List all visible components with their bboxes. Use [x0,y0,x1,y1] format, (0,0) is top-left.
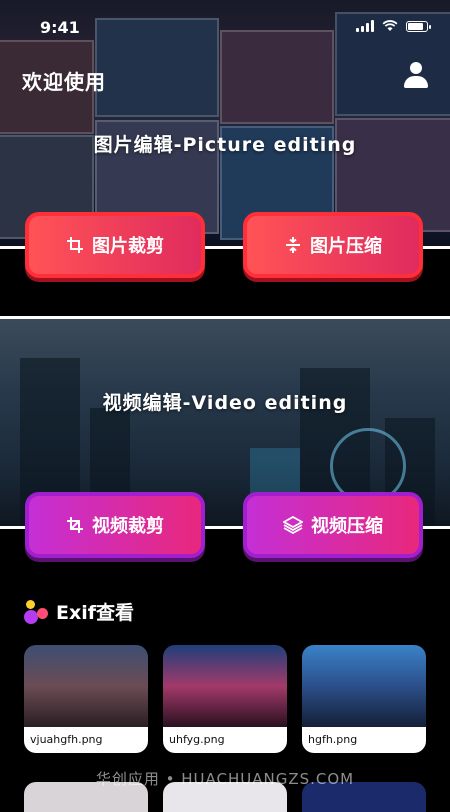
video-crop-label: 视频裁剪 [92,516,164,537]
exif-title: Exif查看 [56,602,135,624]
picture-crop-button[interactable]: 图片裁剪 [25,212,205,278]
welcome-title: 欢迎使用 [22,70,106,94]
thumbnail-filename: hgfh.png [302,727,426,753]
picture-compress-button[interactable]: 图片压缩 [243,212,423,278]
battery-icon [406,21,431,32]
crop-icon [67,517,83,533]
exif-dots-icon [24,599,48,624]
signal-icon [356,20,374,32]
exif-thumbnail[interactable]: uhfyg.png [163,645,287,753]
divider-line [0,316,450,319]
exif-header: Exif查看 [24,598,134,625]
picture-compress-label: 图片压缩 [310,236,382,257]
video-compress-label: 视频压缩 [311,516,383,537]
thumbnail-image [24,645,148,727]
thumbnail-image [302,645,426,727]
exif-thumbnail[interactable]: vjuahgfh.png [24,645,148,753]
status-icons [356,20,431,32]
video-crop-button[interactable]: 视频裁剪 [25,492,205,558]
layers-icon [283,516,303,534]
thumbnail-filename: uhfyg.png [163,727,287,753]
picture-crop-label: 图片裁剪 [92,236,164,257]
video-compress-button[interactable]: 视频压缩 [243,492,423,558]
status-bar: 9:41 [0,0,450,44]
user-icon[interactable] [400,60,432,92]
crop-icon [67,237,83,253]
wifi-icon [382,20,398,31]
compress-icon [286,237,300,253]
status-time: 9:41 [40,18,80,37]
exif-thumbnail[interactable]: hgfh.png [302,645,426,753]
thumbnail-filename: vjuahgfh.png [24,727,148,753]
watermark-text: 华创应用 • HUACHUANGZS.COM [95,770,355,788]
picture-section-title: 图片编辑-Picture editing [93,134,357,156]
thumbnail-image [163,645,287,727]
video-section-title: 视频编辑-Video editing [102,392,348,414]
